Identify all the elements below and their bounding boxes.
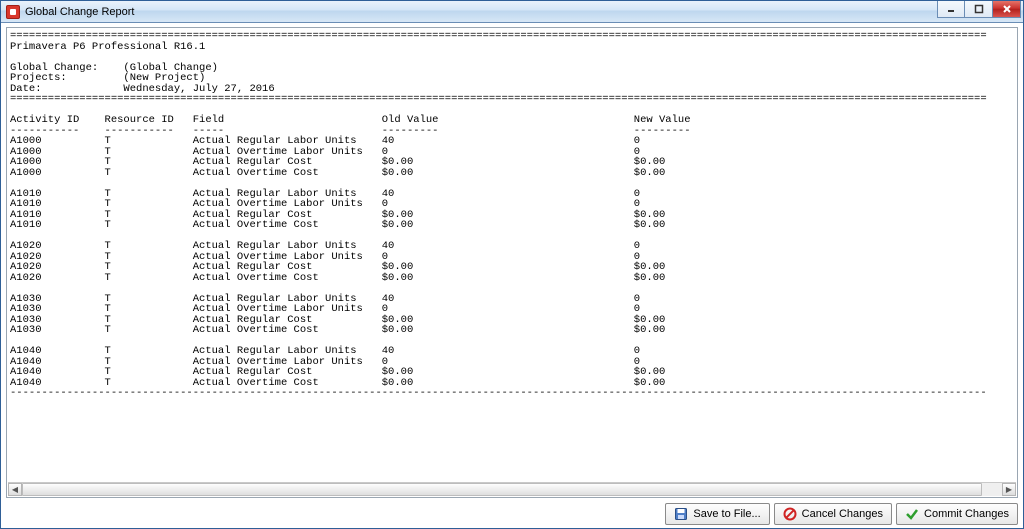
cancel-changes-label: Cancel Changes <box>802 508 883 520</box>
scroll-thumb[interactable] <box>22 483 982 496</box>
window: Global Change Report ===================… <box>0 0 1024 529</box>
scroll-track[interactable] <box>22 483 1002 496</box>
save-to-file-label: Save to File... <box>693 508 760 520</box>
app-icon <box>6 5 20 19</box>
minimize-button[interactable] <box>937 1 965 18</box>
save-to-file-button[interactable]: Save to File... <box>665 503 769 525</box>
close-button[interactable] <box>993 1 1021 18</box>
cancel-changes-button[interactable]: Cancel Changes <box>774 503 892 525</box>
report-text: ========================================… <box>8 29 1016 401</box>
button-bar: Save to File... Cancel Changes Commit Ch… <box>6 502 1018 526</box>
maximize-button[interactable] <box>965 1 993 18</box>
commit-changes-label: Commit Changes <box>924 508 1009 520</box>
commit-icon <box>905 507 919 521</box>
scroll-left-button[interactable]: ◀ <box>8 483 22 496</box>
window-title: Global Change Report <box>25 6 134 18</box>
maximize-icon <box>974 4 984 14</box>
report-viewport[interactable]: ========================================… <box>8 29 1016 481</box>
scroll-right-button[interactable]: ▶ <box>1002 483 1016 496</box>
titlebar[interactable]: Global Change Report <box>1 1 1023 23</box>
commit-changes-button[interactable]: Commit Changes <box>896 503 1018 525</box>
horizontal-scrollbar[interactable]: ◀ ▶ <box>8 482 1016 496</box>
close-icon <box>1002 4 1012 14</box>
window-controls <box>937 1 1021 18</box>
report-panel: ========================================… <box>6 27 1018 498</box>
cancel-icon <box>783 507 797 521</box>
save-icon <box>674 507 688 521</box>
minimize-icon <box>946 4 956 14</box>
